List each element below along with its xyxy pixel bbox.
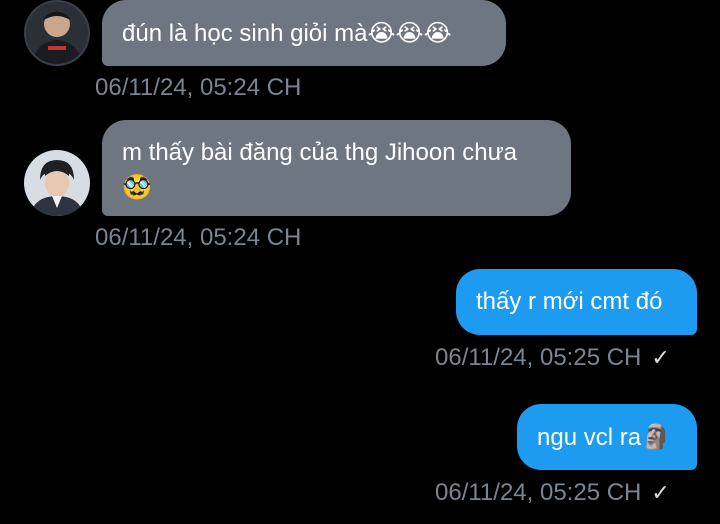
chat-thread: đún là học sinh giỏi mà😭😭😭 06/11/24, 05:… — [0, 0, 720, 524]
message-bubble-incoming[interactable]: đún là học sinh giỏi mà😭😭😭 — [102, 0, 506, 66]
disguised-face-emoji-icon: 🥸 — [122, 173, 152, 201]
moai-emoji-icon: 🗿 — [641, 423, 671, 451]
sent-check-icon: ✓ — [651, 346, 670, 371]
message-timestamp: 06/11/24, 05:25 CH ✓ — [435, 344, 670, 373]
loudly-crying-emoji-icon: 😭😭😭 — [367, 19, 452, 47]
message-text: đún là học sinh giỏi mà — [122, 20, 368, 47]
message-text: thấy r mới cmt đó — [476, 288, 663, 315]
message-text: m thấy bài đăng của thg Jihoon chưa — [122, 139, 517, 166]
message-bubble-outgoing[interactable]: ngu vcl ra🗿 — [517, 404, 697, 470]
contact-avatar[interactable] — [24, 150, 90, 216]
message-bubble-incoming[interactable]: m thấy bài đăng của thg Jihoon chưa 🥸 — [102, 120, 571, 216]
timestamp-text: 06/11/24, 05:25 CH — [435, 344, 642, 371]
contact-avatar[interactable] — [24, 0, 90, 66]
message-bubble-outgoing[interactable]: thấy r mới cmt đó — [456, 269, 697, 335]
sent-check-icon: ✓ — [651, 481, 670, 506]
avatar-photo-icon — [24, 0, 90, 66]
avatar-photo-icon — [24, 150, 90, 216]
timestamp-text: 06/11/24, 05:25 CH — [435, 479, 642, 506]
message-timestamp: 06/11/24, 05:25 CH ✓ — [435, 479, 670, 508]
message-text: ngu vcl ra — [537, 424, 642, 451]
message-timestamp: 06/11/24, 05:24 CH — [95, 224, 302, 251]
message-timestamp: 06/11/24, 05:24 CH — [95, 74, 302, 101]
